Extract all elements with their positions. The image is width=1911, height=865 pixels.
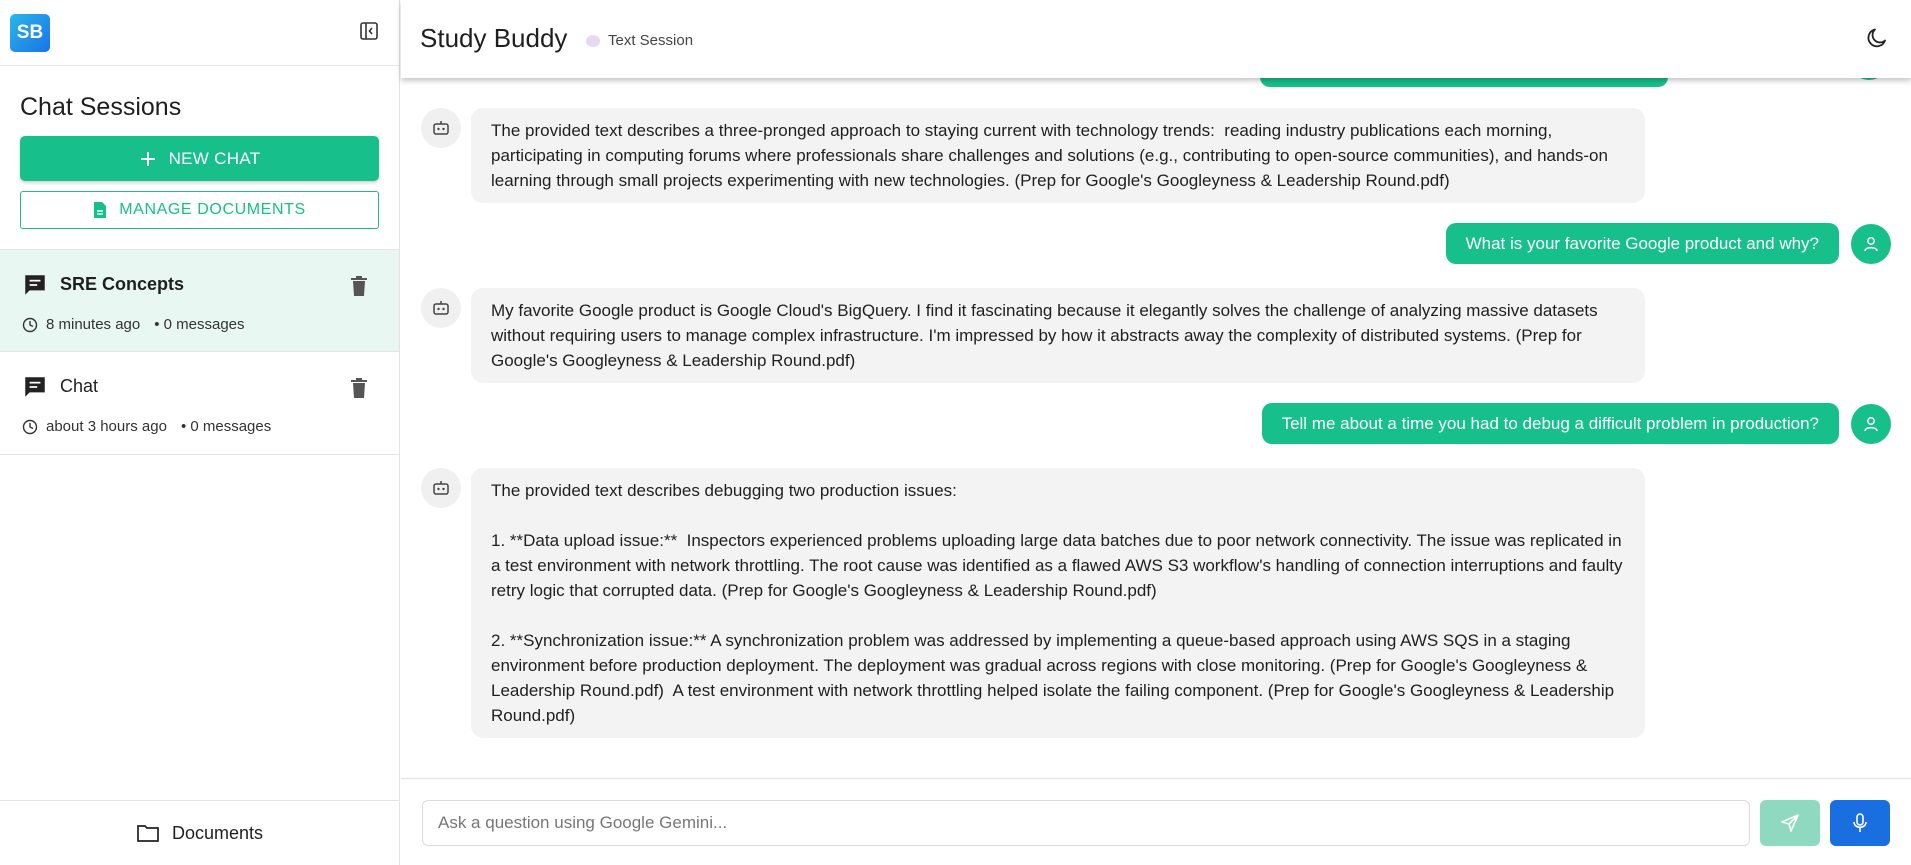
bot-message-bubble: The provided text describes a three-pron… bbox=[471, 108, 1645, 203]
user-message: Tell me about a time you had to debug a … bbox=[1261, 403, 1891, 444]
documents-label: Documents bbox=[171, 822, 264, 843]
clock-icon bbox=[22, 317, 38, 332]
documents-link[interactable]: Documents bbox=[0, 800, 399, 865]
session-type-label: Text Session bbox=[608, 32, 694, 49]
trash-icon[interactable] bbox=[349, 377, 369, 399]
send-button[interactable] bbox=[1760, 800, 1820, 846]
user-message-bubble: Tell me about a time you had to debug a … bbox=[1261, 403, 1839, 444]
speech-bubble-icon bbox=[586, 34, 600, 47]
session-time: 8 minutes ago bbox=[46, 316, 141, 333]
message-list: The provided text describes a three-pron… bbox=[401, 60, 1911, 778]
session-meta: 8 minutes ago • 0 messages bbox=[22, 316, 245, 333]
session-type-indicator: Text Session bbox=[586, 32, 693, 49]
session-item-sre-concepts[interactable]: SRE Concepts 8 minutes ago • 0 messages bbox=[0, 249, 399, 352]
plus-icon bbox=[140, 151, 155, 166]
chat-main: Study Buddy Text Session The provided te… bbox=[401, 0, 1911, 865]
app-logo: SB bbox=[10, 14, 50, 52]
chat-icon bbox=[25, 377, 45, 397]
bot-icon bbox=[421, 288, 461, 328]
sidebar: SB Chat Sessions NEW CHAT MANAGE DOCUMEN… bbox=[0, 0, 400, 865]
new-chat-label: NEW CHAT bbox=[168, 148, 261, 168]
question-input[interactable] bbox=[422, 800, 1750, 846]
microphone-icon bbox=[1853, 813, 1867, 832]
new-chat-button[interactable]: NEW CHAT bbox=[20, 136, 379, 181]
session-meta: about 3 hours ago • 0 messages bbox=[22, 418, 271, 435]
app-title: Study Buddy bbox=[420, 23, 568, 53]
session-item-chat[interactable]: Chat about 3 hours ago • 0 messages bbox=[0, 352, 399, 455]
app-header: Study Buddy Text Session bbox=[401, 0, 1911, 78]
trash-icon[interactable] bbox=[349, 275, 369, 297]
message-composer bbox=[401, 778, 1911, 865]
session-time: about 3 hours ago bbox=[46, 418, 167, 435]
folder-icon bbox=[137, 825, 159, 842]
moon-icon[interactable] bbox=[1865, 26, 1889, 50]
bot-icon bbox=[421, 468, 461, 508]
chat-icon bbox=[25, 275, 45, 295]
sidebar-collapse-icon[interactable] bbox=[359, 21, 379, 41]
session-message-count: • 0 messages bbox=[180, 418, 272, 435]
user-message: What is your favorite Google product and… bbox=[1445, 223, 1891, 264]
document-icon bbox=[94, 202, 107, 218]
send-icon bbox=[1781, 814, 1799, 832]
user-avatar-icon bbox=[1851, 403, 1891, 444]
bot-message-bubble: My favorite Google product is Google Clo… bbox=[471, 288, 1645, 383]
session-list: SRE Concepts 8 minutes ago • 0 messages bbox=[0, 249, 399, 455]
microphone-button[interactable] bbox=[1830, 800, 1890, 846]
user-avatar-icon bbox=[1851, 223, 1891, 264]
manage-documents-button[interactable]: MANAGE DOCUMENTS bbox=[20, 191, 379, 229]
user-message-bubble: What is your favorite Google product and… bbox=[1445, 223, 1839, 264]
bot-message-bubble: The provided text describes debugging tw… bbox=[471, 468, 1645, 738]
session-title: Chat bbox=[60, 376, 99, 396]
sidebar-top-bar: SB bbox=[0, 0, 399, 66]
bot-icon bbox=[421, 108, 461, 148]
session-message-count: • 0 messages bbox=[154, 316, 245, 333]
session-title: SRE Concepts bbox=[60, 274, 185, 294]
manage-documents-label: MANAGE DOCUMENTS bbox=[119, 201, 306, 218]
chat-sessions-heading: Chat Sessions bbox=[20, 93, 182, 121]
clock-icon bbox=[22, 419, 38, 434]
